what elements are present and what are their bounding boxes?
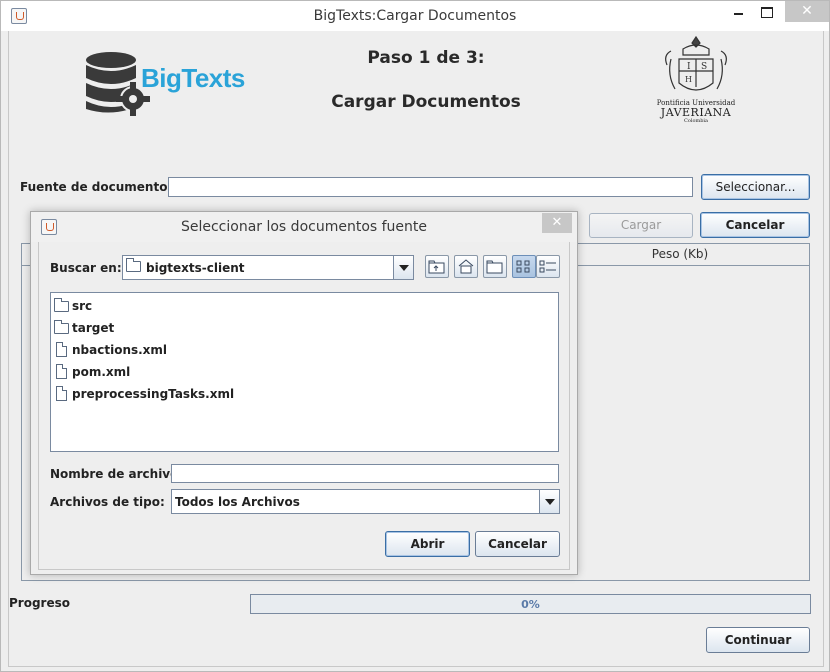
source-label: Fuente de documentos: (20, 180, 180, 194)
filename-label: Nombre de archivo: (50, 467, 184, 481)
window-title: BigTexts:Cargar Documentos (313, 8, 517, 24)
file-name: nbactions.xml (72, 343, 168, 357)
progress-bar: 0% (250, 594, 811, 614)
file-name: target (72, 321, 115, 335)
file-name: preprocessingTasks.xml (72, 387, 235, 401)
select-button[interactable]: Seleccionar... (701, 174, 810, 200)
list-item[interactable]: nbactions.xml (51, 340, 351, 360)
up-folder-button[interactable] (425, 255, 449, 278)
list-item[interactable]: src (51, 296, 351, 316)
file-icon (56, 342, 67, 357)
list-view-icon (516, 260, 530, 273)
filetype-combo[interactable]: Todos los Archivos (171, 489, 560, 514)
university-name-line3: Colombia (684, 118, 708, 124)
step-indicator: Paso 1 de 3: (367, 48, 485, 68)
folder-icon (54, 298, 69, 312)
maximize-button[interactable] (753, 1, 781, 23)
logo-text: BigTexts (141, 63, 245, 93)
main-window: BigTexts:Cargar Documentos ✕ BigTexts Pa… (0, 0, 830, 672)
cancel-button[interactable]: Cancelar (700, 212, 810, 238)
folder-icon (54, 320, 69, 334)
load-button[interactable]: Cargar (589, 213, 693, 238)
title-bar: BigTexts:Cargar Documentos ✕ (1, 1, 829, 31)
home-button[interactable] (454, 255, 478, 278)
folder-icon (126, 258, 141, 272)
list-item[interactable]: pom.xml (51, 362, 351, 382)
dialog-title-bar: Seleccionar los documentos fuente ✕ (31, 212, 577, 242)
details-view-icon (539, 260, 556, 273)
file-list[interactable]: src target nbactions.xml pom.xml preproc… (50, 292, 559, 452)
file-name: src (72, 299, 93, 313)
look-in-combo[interactable]: bigtexts-client (122, 255, 414, 280)
dialog-cancel-button[interactable]: Cancelar (475, 531, 560, 557)
svg-text:I: I (687, 62, 691, 72)
list-item[interactable]: preprocessingTasks.xml (51, 384, 351, 404)
close-button[interactable]: ✕ (785, 1, 829, 22)
dialog-title: Seleccionar los documentos fuente (180, 219, 428, 235)
page-title: Cargar Documentos (331, 92, 521, 112)
list-item[interactable]: target (51, 318, 351, 338)
column-header-size[interactable]: Peso (Kb) (570, 247, 790, 261)
svg-text:S: S (701, 62, 707, 72)
home-icon (458, 259, 474, 274)
file-icon (56, 386, 67, 401)
details-view-button[interactable] (536, 255, 560, 278)
minimize-button[interactable] (723, 1, 753, 23)
look-in-value: bigtexts-client (146, 261, 245, 275)
new-folder-icon (486, 260, 503, 274)
continue-button[interactable]: Continuar (706, 627, 810, 653)
up-folder-icon (428, 260, 445, 274)
file-name: pom.xml (72, 365, 131, 379)
list-view-button[interactable] (512, 255, 536, 278)
open-button[interactable]: Abrir (385, 531, 470, 557)
source-path-field[interactable] (168, 177, 693, 197)
new-folder-button[interactable] (483, 255, 507, 278)
progress-label: Progreso (9, 596, 70, 610)
chevron-down-icon[interactable] (539, 490, 559, 513)
progress-text: 0% (521, 598, 540, 611)
filetype-label: Archivos de tipo: (50, 495, 165, 509)
dialog-close-button[interactable]: ✕ (542, 213, 572, 233)
file-icon (56, 364, 67, 379)
svg-text:H: H (685, 75, 692, 84)
chevron-down-icon[interactable] (393, 256, 413, 279)
filename-field[interactable] (171, 464, 559, 483)
look-in-label: Buscar en: (50, 261, 122, 275)
filetype-value: Todos los Archivos (175, 495, 300, 509)
